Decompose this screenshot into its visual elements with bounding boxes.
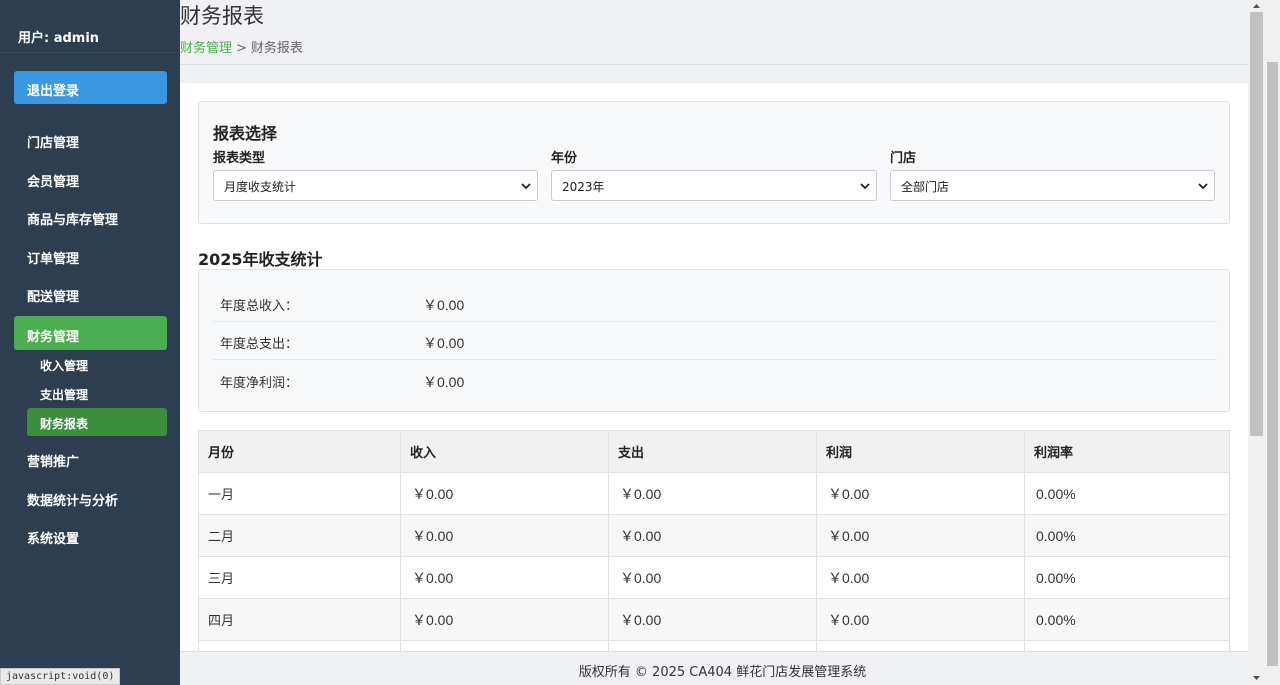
year-label: 年份 xyxy=(551,151,578,166)
cell-income: ￥0.00 xyxy=(400,556,609,599)
summary-row: 年度总收入： ￥0.00 xyxy=(213,284,1217,322)
cell-profit: ￥0.00 xyxy=(816,472,1025,515)
store-select[interactable]: 全部门店 xyxy=(890,170,1215,201)
sidebar-subitem-report[interactable]: 财务报表 xyxy=(27,408,167,436)
sidebar-item-inventory[interactable]: 商品与库存管理 xyxy=(14,199,167,233)
sidebar-subitem-income[interactable]: 收入管理 xyxy=(27,350,167,378)
breadcrumb-link-finance[interactable]: 财务管理 xyxy=(180,41,232,56)
report-type-label: 报表类型 xyxy=(213,151,266,166)
cell-income: ￥0.00 xyxy=(400,514,609,557)
table-row: 一月 ￥0.00 ￥0.00 ￥0.00 0.00% xyxy=(198,472,1230,515)
column-header-expense: 支出 xyxy=(608,430,817,473)
user-label: 用户: admin xyxy=(0,0,180,53)
page-scrollbar[interactable] xyxy=(1265,0,1280,685)
cell-income: ￥0.00 xyxy=(400,598,609,641)
sidebar-item-store[interactable]: 门店管理 xyxy=(14,122,167,156)
column-header-profit: 利润 xyxy=(816,430,1025,473)
monthly-report-table: 月份 收入 支出 利润 利润率 一月 ￥0.00 ￥0.00 ￥0.00 0.0… xyxy=(198,430,1230,653)
column-header-month: 月份 xyxy=(198,430,401,473)
cell-month: 二月 xyxy=(198,514,401,557)
page-title: 财务报表 xyxy=(180,4,264,28)
cell-month: 三月 xyxy=(198,556,401,599)
sidebar: 用户: admin 退出登录 门店管理 会员管理 商品与库存管理 订单管理 配送… xyxy=(0,0,180,685)
table-row: 三月 ￥0.00 ￥0.00 ￥0.00 0.00% xyxy=(198,556,1230,599)
summary-value-income: ￥0.00 xyxy=(423,297,465,313)
sidebar-item-marketing[interactable]: 营销推广 xyxy=(14,441,167,475)
table-row: 四月 ￥0.00 ￥0.00 ￥0.00 0.00% xyxy=(198,598,1230,641)
column-header-income: 收入 xyxy=(400,430,609,473)
cell-month: 一月 xyxy=(198,472,401,515)
sidebar-item-member[interactable]: 会员管理 xyxy=(14,161,167,195)
cell-margin: 0.00% xyxy=(1024,598,1230,641)
summary-value-profit: ￥0.00 xyxy=(423,374,465,390)
summary-label-income: 年度总收入： xyxy=(220,299,299,314)
chevron-down-icon xyxy=(860,183,870,190)
browser-status-bar: javascript:void(0) xyxy=(0,668,120,685)
breadcrumb-current: 财务报表 xyxy=(250,41,303,56)
sidebar-item-orders[interactable]: 订单管理 xyxy=(14,238,167,272)
sidebar-subitem-expense[interactable]: 支出管理 xyxy=(27,379,167,407)
page-scroll-thumb[interactable] xyxy=(1267,62,1278,666)
selector-title: 报表选择 xyxy=(213,124,278,143)
scroll-down-arrow-icon[interactable] xyxy=(1248,672,1265,684)
page-header: 财务报表 财务管理 > 财务报表 xyxy=(180,0,1248,65)
breadcrumb-separator: > xyxy=(236,41,247,56)
store-label: 门店 xyxy=(890,151,917,166)
cell-expense: ￥0.00 xyxy=(608,556,817,599)
cell-income: ￥0.00 xyxy=(400,472,609,515)
cell-profit: ￥0.00 xyxy=(816,556,1025,599)
cell-month: 四月 xyxy=(198,598,401,641)
chevron-down-icon xyxy=(521,183,531,190)
table-header-row: 月份 收入 支出 利润 利润率 xyxy=(198,430,1230,473)
year-select[interactable]: 2023年 xyxy=(551,170,877,201)
chevron-down-icon xyxy=(1198,183,1208,190)
sidebar-item-finance[interactable]: 财务管理 xyxy=(14,316,167,350)
cell-margin: 0.00% xyxy=(1024,514,1230,557)
summary-row: 年度总支出： ￥0.00 xyxy=(213,322,1217,360)
summary-label-profit: 年度净利润： xyxy=(220,376,299,391)
report-type-select[interactable]: 月度收支统计 xyxy=(213,170,538,201)
cell-margin: 0.00% xyxy=(1024,472,1230,515)
summary-title: 2025年收支统计 xyxy=(198,250,323,269)
content-scrollbar[interactable] xyxy=(1248,0,1265,685)
summary-label-expense: 年度总支出： xyxy=(220,337,299,352)
page-footer: 版权所有 © 2025 CA404 鲜花门店发展管理系统 xyxy=(180,651,1265,685)
year-value: 2023年 xyxy=(562,180,605,194)
cell-expense: ￥0.00 xyxy=(608,472,817,515)
cell-expense: ￥0.00 xyxy=(608,598,817,641)
logout-button[interactable]: 退出登录 xyxy=(14,71,167,104)
cell-profit: ￥0.00 xyxy=(816,514,1025,557)
column-header-margin: 利润率 xyxy=(1024,430,1230,473)
cell-margin: 0.00% xyxy=(1024,556,1230,599)
summary-panel: 年度总收入： ￥0.00 年度总支出： ￥0.00 年度净利润： ￥0.00 xyxy=(198,269,1230,412)
table-row: 二月 ￥0.00 ￥0.00 ￥0.00 0.00% xyxy=(198,514,1230,557)
cell-expense: ￥0.00 xyxy=(608,514,817,557)
sidebar-item-delivery[interactable]: 配送管理 xyxy=(14,276,167,310)
sidebar-item-settings[interactable]: 系统设置 xyxy=(14,518,167,552)
summary-row: 年度净利润： ￥0.00 xyxy=(213,361,1217,399)
scroll-up-arrow-icon[interactable] xyxy=(1248,0,1265,12)
breadcrumb: 财务管理 > 财务报表 xyxy=(180,37,303,56)
main-content: 报表选择 报表类型 月度收支统计 年份 2023年 门店 全部门店 2025年收… xyxy=(180,83,1248,653)
summary-value-expense: ￥0.00 xyxy=(423,335,465,351)
cell-profit: ￥0.00 xyxy=(816,598,1025,641)
report-type-value: 月度收支统计 xyxy=(224,180,297,194)
store-value: 全部门店 xyxy=(901,180,950,194)
scroll-thumb[interactable] xyxy=(1250,12,1263,436)
report-selector-panel: 报表选择 报表类型 月度收支统计 年份 2023年 门店 全部门店 xyxy=(198,101,1230,224)
sidebar-item-analytics[interactable]: 数据统计与分析 xyxy=(14,480,167,514)
